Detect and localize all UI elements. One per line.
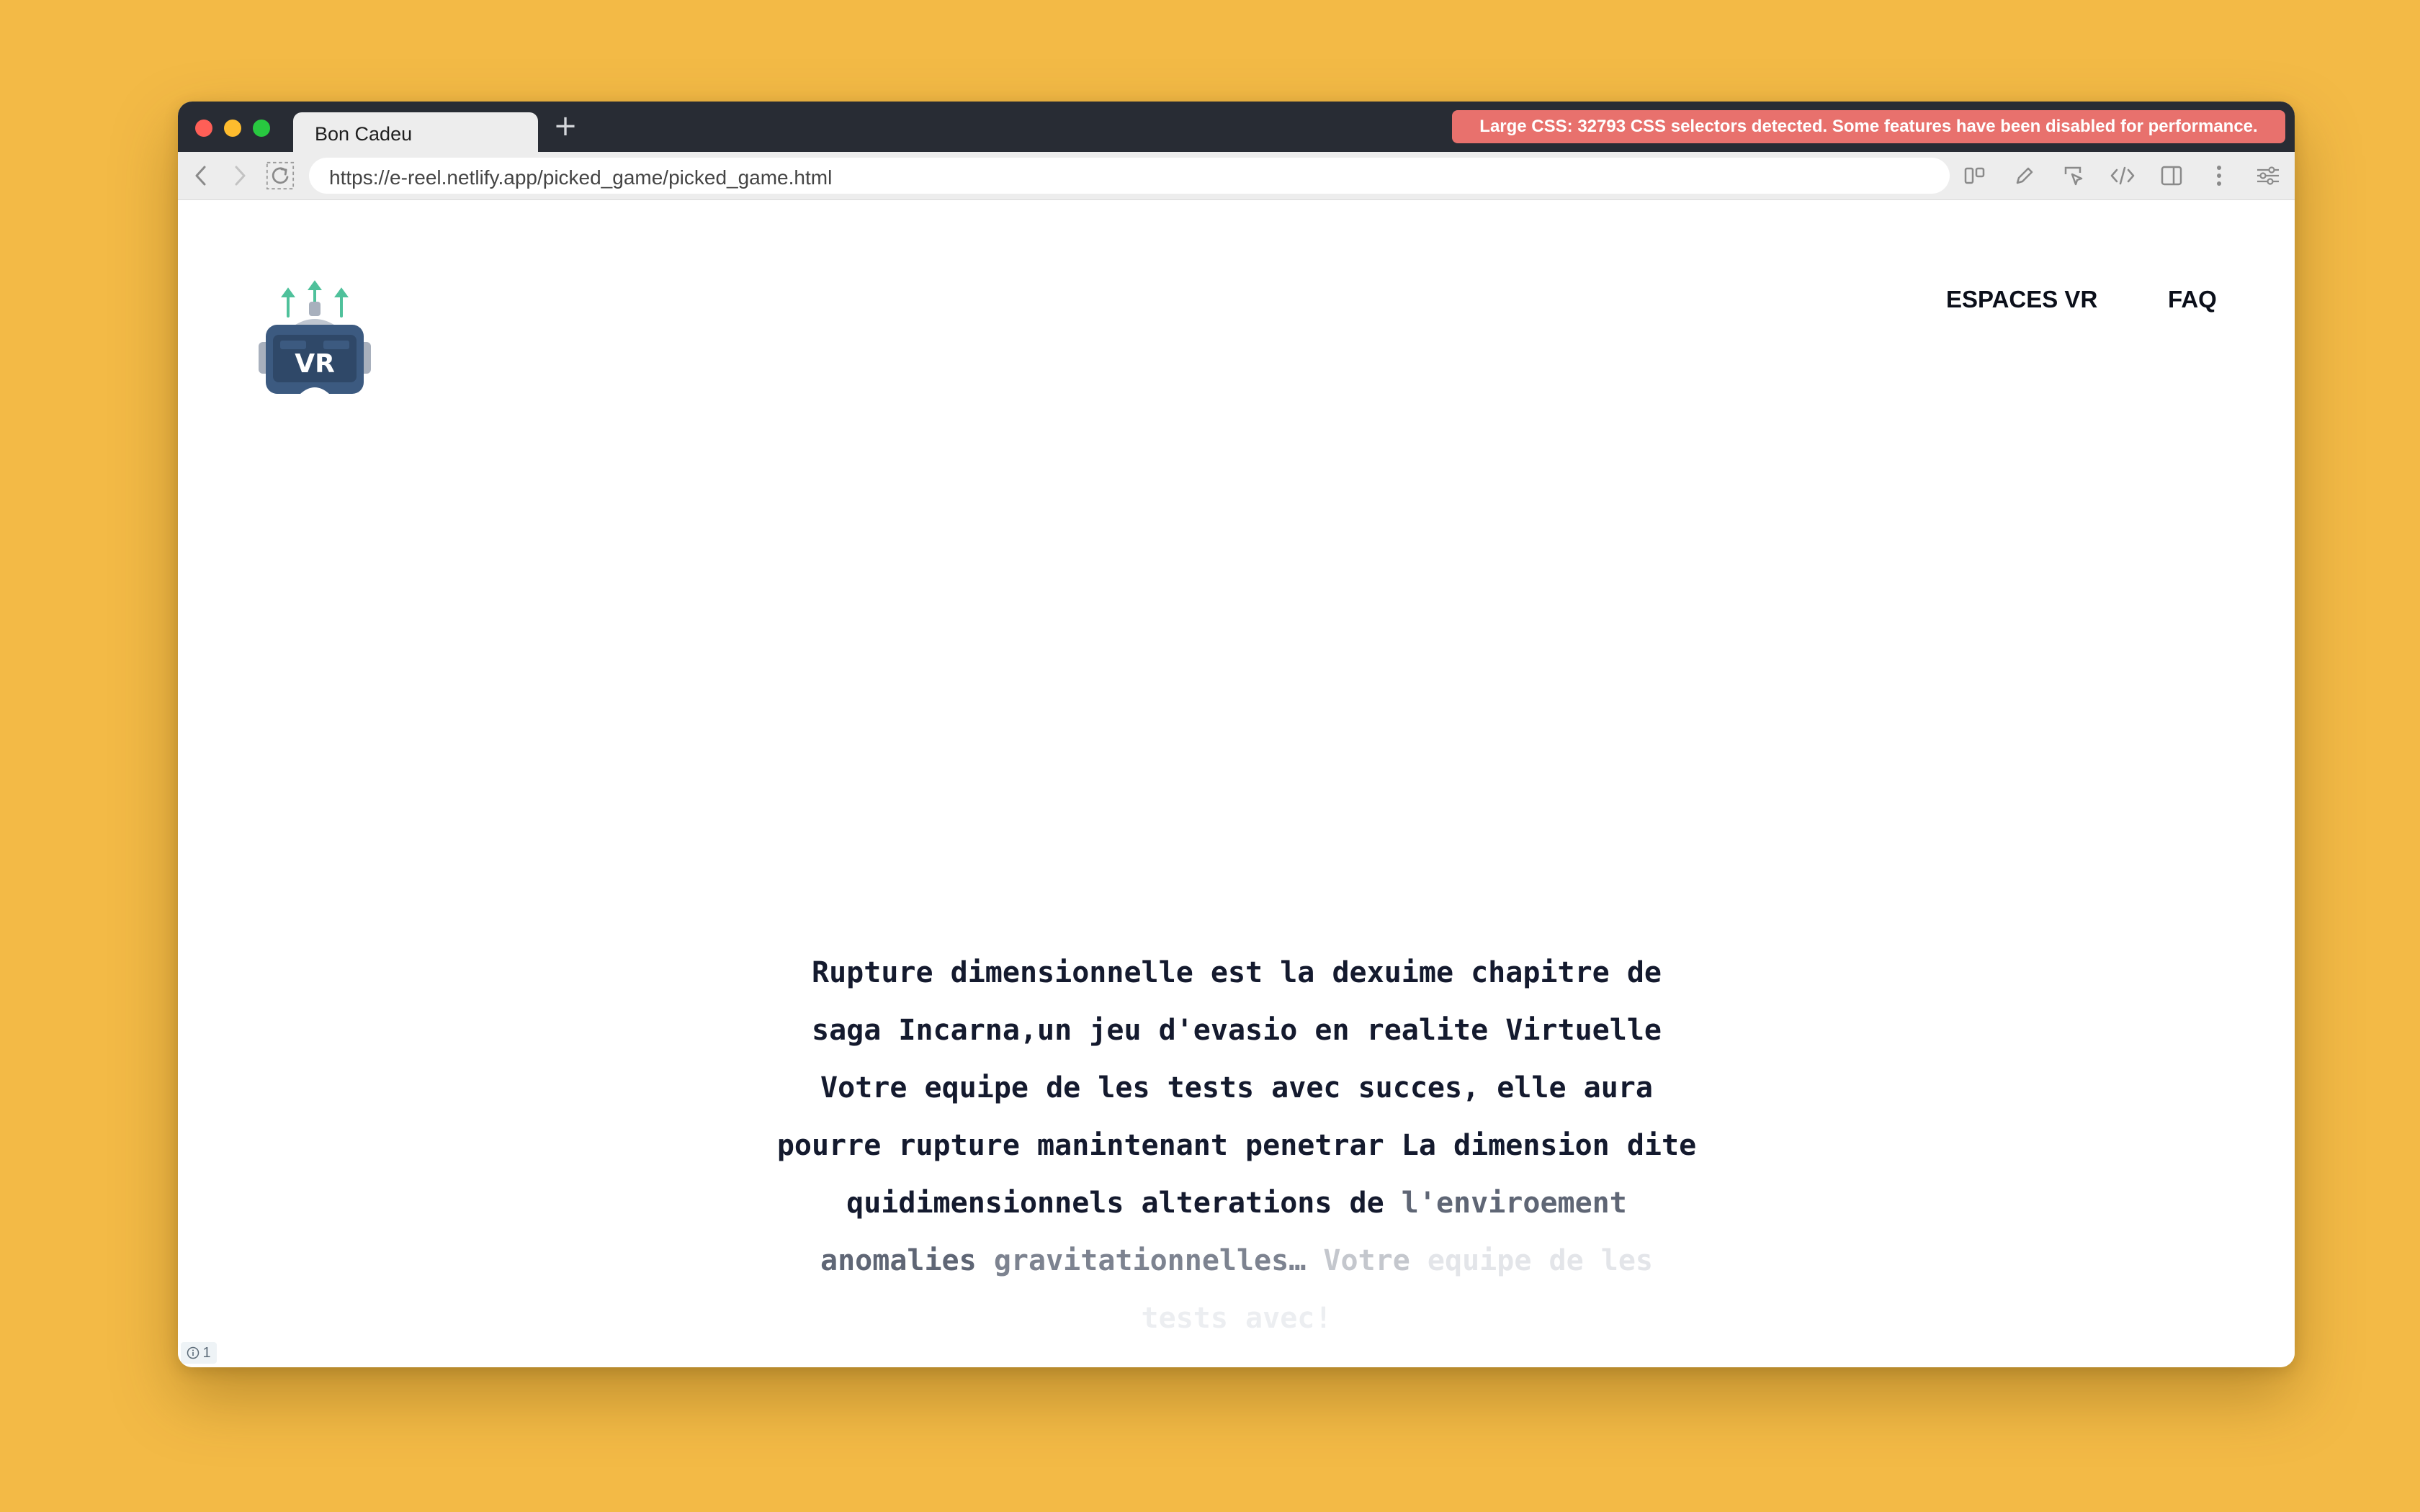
inspect-cursor-icon — [2064, 166, 2083, 186]
hero-line: saga Incarna,un jeu d'evasio en realite … — [811, 1014, 1662, 1047]
code-icon — [2110, 166, 2135, 185]
forward-icon — [235, 166, 246, 186]
hero-text: Rupture dimensionnelle est la dexuime ch… — [725, 944, 1748, 1347]
performance-warning-banner: Large CSS: 32793 CSS selectors detected.… — [1452, 110, 2285, 143]
maximize-window-button[interactable] — [253, 120, 270, 137]
hero-line: Votre equipe de les tests avec succes, e… — [820, 1071, 1653, 1104]
hero-line: Rupture dimensionnelle est la dexuime ch… — [811, 956, 1662, 989]
hero-line-fading: equipe de les — [1427, 1244, 1653, 1277]
url-text: https://e-reel.netlify.app/picked_game/p… — [329, 166, 833, 189]
back-button[interactable] — [187, 161, 215, 190]
back-icon — [195, 166, 206, 186]
vr-headset-icon: VR — [259, 280, 371, 394]
info-badge[interactable]: 1 — [181, 1342, 217, 1364]
hero-line-fading: gravitationnelles… — [993, 1244, 1307, 1277]
pencil-icon — [2016, 167, 2033, 184]
layout-icon — [1964, 167, 1985, 184]
settings-button[interactable] — [2255, 163, 2281, 189]
sidebar-toggle-button[interactable] — [2159, 163, 2184, 189]
browser-window: Bon Cadeu + Large CSS: 32793 CSS selecto… — [178, 102, 2295, 1367]
hero-line-fading: anomalies — [820, 1244, 977, 1277]
tab-title: Bon Cadeu — [315, 123, 413, 145]
new-tab-button[interactable]: + — [551, 112, 580, 140]
hero-line-fading: Votre — [1323, 1244, 1410, 1277]
logo-text: VR — [295, 349, 335, 379]
close-window-button[interactable] — [195, 120, 212, 137]
reload-icon — [266, 161, 295, 190]
hero-line: quidimensionnels alterations de — [846, 1187, 1384, 1220]
hero-line-fading: l'enviroement — [1401, 1187, 1627, 1220]
hero-line: pourre rupture manintenant penetrar La d… — [776, 1129, 1697, 1162]
info-icon — [187, 1346, 200, 1359]
layout-button[interactable] — [1963, 163, 1989, 189]
reload-button[interactable] — [266, 161, 295, 190]
sidebar-icon — [2161, 166, 2182, 186]
nav-faq[interactable]: FAQ — [2168, 286, 2217, 313]
tab-bar: Bon Cadeu + Large CSS: 32793 CSS selecto… — [178, 102, 2295, 152]
vr-logo-link[interactable]: VR — [257, 279, 372, 401]
hero-line-fading: tests avec! — [1141, 1302, 1332, 1335]
address-bar[interactable]: https://e-reel.netlify.app/picked_game/p… — [309, 158, 1950, 194]
settings-sliders-icon — [2257, 166, 2279, 185]
forward-button[interactable] — [225, 161, 254, 190]
info-count: 1 — [202, 1344, 211, 1361]
active-tab[interactable]: Bon Cadeu — [293, 112, 538, 152]
browser-toolbar: https://e-reel.netlify.app/picked_game/p… — [178, 152, 2295, 200]
more-menu-button[interactable] — [2206, 163, 2232, 189]
minimize-window-button[interactable] — [224, 120, 241, 137]
edit-button[interactable] — [2012, 163, 2038, 189]
source-code-button[interactable] — [2110, 163, 2136, 189]
nav-espaces-vr[interactable]: ESPACES VR — [1946, 286, 2097, 313]
more-icon — [2217, 166, 2221, 186]
inspect-button[interactable] — [2061, 163, 2087, 189]
